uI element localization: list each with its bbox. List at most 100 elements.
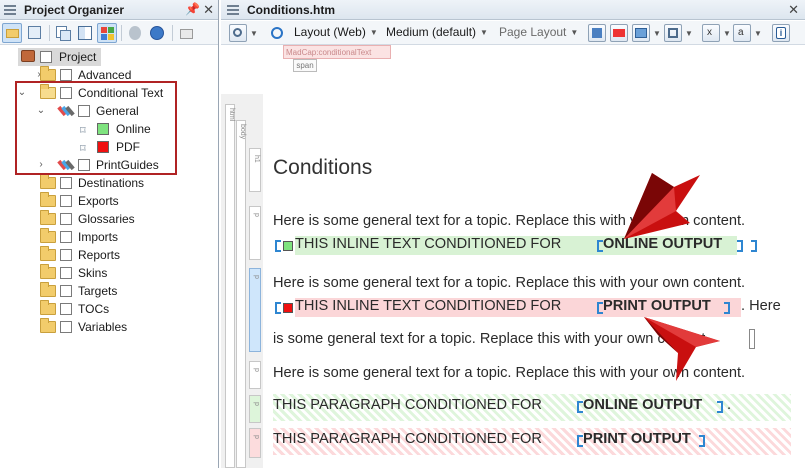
p-structure-bar[interactable]: p bbox=[249, 206, 261, 260]
layout-dropdown[interactable]: Layout (Web) ▼ bbox=[294, 25, 378, 39]
conditioned-text: THIS INLINE TEXT CONDITIONED FOR bbox=[295, 236, 562, 252]
print-output-text[interactable]: PRINT OUTPUT bbox=[583, 431, 691, 447]
page-layout-dropdown[interactable]: Page Layout ▼ bbox=[499, 25, 578, 39]
p-structure-bar-online[interactable]: p bbox=[249, 395, 261, 423]
checkbox[interactable] bbox=[60, 177, 72, 189]
online-condition-marker bbox=[283, 241, 293, 251]
chevron-down-icon[interactable]: ▼ bbox=[685, 29, 693, 38]
grid-view-button[interactable] bbox=[97, 23, 117, 43]
checkbox[interactable] bbox=[60, 195, 72, 207]
briefcase-icon bbox=[21, 50, 35, 62]
grip-icon[interactable] bbox=[4, 5, 16, 17]
selection-handle[interactable] bbox=[749, 329, 755, 349]
folder-view-button[interactable] bbox=[2, 23, 22, 43]
chevron-down-icon[interactable]: ▼ bbox=[723, 29, 731, 38]
tags-icon bbox=[613, 29, 625, 37]
grip-icon[interactable] bbox=[227, 5, 239, 17]
xml-button[interactable]: x bbox=[702, 24, 720, 42]
print-condition-marker bbox=[283, 303, 293, 313]
structure-label: p bbox=[253, 213, 260, 217]
checkbox[interactable] bbox=[60, 303, 72, 315]
close-icon[interactable]: ✕ bbox=[788, 2, 799, 18]
copy-button[interactable] bbox=[53, 23, 73, 43]
folder-icon bbox=[40, 66, 56, 81]
chevron-down-icon[interactable]: ▼ bbox=[754, 29, 762, 38]
paragraph-tail[interactable]: . Here bbox=[741, 298, 781, 314]
checkbox[interactable] bbox=[60, 231, 72, 243]
p-structure-bar-selected[interactable]: p bbox=[249, 268, 261, 352]
folder-icon bbox=[40, 264, 56, 279]
paragraph-tail[interactable]: . bbox=[727, 397, 731, 413]
span-tag[interactable]: span bbox=[293, 59, 317, 72]
p-structure-bar-print[interactable]: p bbox=[249, 428, 261, 458]
document-title: Conditions.htm bbox=[247, 3, 335, 17]
chevron-down-icon[interactable]: ▼ bbox=[250, 29, 258, 38]
list-view-button[interactable] bbox=[25, 23, 45, 43]
editor-toolbar: ▼ Layout (Web) ▼ Medium (default) ▼ Page L… bbox=[221, 21, 805, 45]
tree-item-destinations[interactable]: Destinations bbox=[0, 174, 200, 192]
tree-item-variables[interactable]: Variables bbox=[0, 318, 200, 336]
pane-title-bar: Project Organizer 📌 ✕ bbox=[0, 0, 218, 20]
callout-arrow-icon bbox=[624, 173, 700, 239]
preview-button[interactable] bbox=[229, 24, 247, 42]
tree-item-exports[interactable]: Exports bbox=[0, 192, 200, 210]
tree-item-targets[interactable]: Targets bbox=[0, 282, 200, 300]
show-tags-button[interactable] bbox=[610, 24, 628, 42]
checkbox[interactable] bbox=[60, 213, 72, 225]
tree-item-imports[interactable]: Imports bbox=[0, 228, 200, 246]
tree-item-glossaries[interactable]: Glossaries bbox=[0, 210, 200, 228]
table-view-button[interactable] bbox=[75, 23, 95, 43]
chevron-down-icon: ▼ bbox=[369, 28, 378, 37]
checkbox[interactable] bbox=[60, 321, 72, 333]
tree-item-reports[interactable]: Reports bbox=[0, 246, 200, 264]
tree-item-project[interactable]: Project bbox=[18, 48, 101, 66]
folder-icon bbox=[40, 282, 56, 297]
body-structure-bar[interactable]: body bbox=[236, 120, 246, 468]
paragraph-text[interactable]: Here is some general text for a topic. R… bbox=[273, 275, 745, 291]
xml-icon: x bbox=[707, 27, 712, 38]
checkbox[interactable] bbox=[40, 51, 52, 63]
p-structure-bar[interactable]: p bbox=[249, 361, 261, 389]
check-icon bbox=[129, 26, 141, 40]
text-format-button[interactable]: a bbox=[733, 24, 751, 42]
image-button[interactable] bbox=[632, 24, 650, 42]
checkbox[interactable] bbox=[60, 285, 72, 297]
markers-button[interactable] bbox=[664, 24, 682, 42]
page-heading[interactable]: Conditions bbox=[273, 156, 372, 180]
info-button[interactable]: i bbox=[772, 24, 790, 42]
checkbox[interactable] bbox=[60, 267, 72, 279]
add-folder-button[interactable] bbox=[177, 23, 197, 43]
conditions-button[interactable] bbox=[588, 24, 606, 42]
html-structure-bar[interactable]: html bbox=[225, 104, 235, 468]
h1-structure-bar[interactable]: h1 bbox=[249, 148, 261, 192]
tree-label: Skins bbox=[78, 266, 108, 280]
tree-label: Imports bbox=[78, 230, 119, 244]
paragraph-cond-text[interactable]: THIS PARAGRAPH CONDITIONED FOR bbox=[273, 397, 542, 413]
paragraph-cond-text[interactable]: THIS PARAGRAPH CONDITIONED FOR bbox=[273, 431, 542, 447]
image-icon bbox=[635, 28, 647, 38]
list-icon bbox=[28, 26, 41, 39]
medium-dropdown[interactable]: Medium (default) ▼ bbox=[386, 25, 488, 39]
chevron-down-icon: ▼ bbox=[570, 28, 579, 37]
tree-item-skins[interactable]: Skins bbox=[0, 264, 200, 282]
span-bracket-close bbox=[717, 401, 723, 413]
pin-icon[interactable]: 📌 bbox=[185, 2, 200, 16]
structure-label: p bbox=[253, 435, 260, 439]
refresh-button[interactable] bbox=[147, 23, 167, 43]
checkbox[interactable] bbox=[60, 249, 72, 261]
highlight-box bbox=[15, 81, 177, 175]
span-bracket-close bbox=[699, 435, 705, 447]
checkbox[interactable] bbox=[60, 69, 72, 81]
document-tab-bar: Conditions.htm ✕ bbox=[221, 0, 805, 20]
close-icon[interactable]: ✕ bbox=[203, 2, 214, 18]
condition-bracket-close bbox=[751, 240, 757, 252]
folder-icon bbox=[40, 192, 56, 207]
tree-item-tocs[interactable]: TOCs bbox=[0, 300, 200, 318]
folder-icon bbox=[40, 246, 56, 261]
online-output-text[interactable]: ONLINE OUTPUT bbox=[583, 397, 702, 413]
madcap-conditional-text-tag[interactable]: MadCap:conditionalText bbox=[283, 45, 391, 59]
check-button[interactable] bbox=[125, 23, 145, 43]
chevron-down-icon[interactable]: ▼ bbox=[653, 29, 661, 38]
structure-label: p bbox=[253, 368, 260, 372]
layout-icon bbox=[269, 25, 285, 41]
